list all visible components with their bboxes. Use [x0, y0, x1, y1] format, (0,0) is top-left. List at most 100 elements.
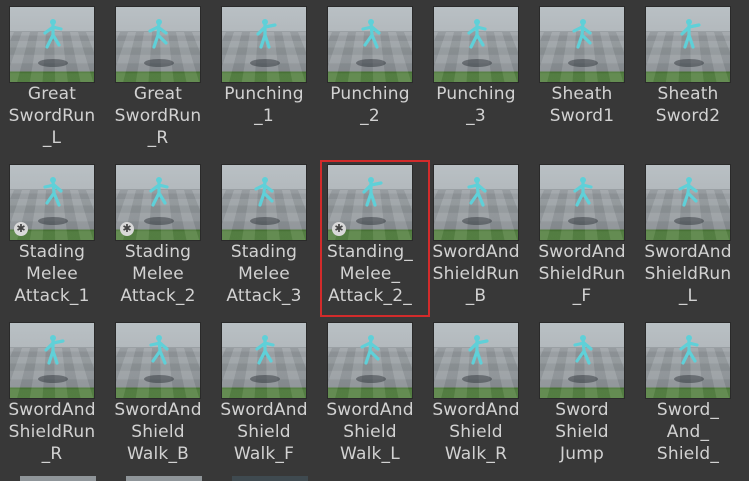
asset-tile[interactable]: SwordAnd ShieldRun _B	[424, 158, 528, 314]
character-figure-icon	[255, 335, 275, 365]
asset-label: Great SwordRun _L	[8, 84, 96, 148]
figure-shadow	[462, 59, 492, 67]
asset-tile[interactable]: Punching _2	[318, 0, 422, 156]
asset-label: SwordAnd Shield Walk_B	[114, 400, 202, 464]
selection-outline	[320, 160, 430, 317]
asset-label: SwordAnd Shield Walk_R	[432, 400, 520, 464]
animation-thumbnail	[115, 6, 201, 83]
asset-label: Punching _1	[224, 84, 304, 126]
asset-label: Sword Shield Jump	[555, 400, 609, 464]
figure-shadow	[250, 217, 280, 225]
asset-label: SwordAnd ShieldRun _B	[432, 242, 520, 306]
asset-tile[interactable]: Sword_ And_ Shield_	[636, 316, 740, 472]
animation-thumbnail	[433, 322, 519, 399]
character-figure-icon	[467, 177, 487, 207]
animation-thumbnail	[539, 322, 625, 399]
asset-label: SwordAnd ShieldRun _F	[538, 242, 626, 306]
asset-tile[interactable]: ✱ Stading Melee Attack_1	[0, 158, 104, 314]
figure-shadow	[674, 217, 704, 225]
character-figure-icon	[43, 177, 63, 207]
asset-tile[interactable]: Punching _1	[212, 0, 316, 156]
character-figure-icon	[360, 335, 380, 365]
animation-thumbnail	[645, 322, 731, 399]
character-figure-icon	[680, 19, 701, 49]
asset-tile[interactable]: Punching _3	[424, 0, 528, 156]
character-figure-icon	[148, 19, 168, 49]
figure-shadow	[462, 217, 492, 225]
asset-label: SwordAnd ShieldRun _R	[8, 400, 96, 464]
asset-tile[interactable]: Sword Shield Jump	[530, 316, 634, 472]
figure-shadow	[38, 375, 68, 383]
asset-tile[interactable]: SwordAnd Shield Walk_F	[212, 316, 316, 472]
character-figure-icon	[572, 19, 592, 49]
animation-thumbnail	[327, 6, 413, 83]
animation-thumbnail: ✱	[115, 164, 201, 241]
character-figure-icon	[679, 335, 699, 365]
asset-label: Punching _3	[436, 84, 516, 126]
asset-tile[interactable]: ✱ Stading Melee Attack_2	[106, 158, 210, 314]
asset-tile[interactable]: SwordAnd Shield Walk_L	[318, 316, 422, 472]
asset-label: Sheath Sword2	[655, 84, 721, 126]
asset-label: Punching _2	[330, 84, 410, 126]
partial-thumbnail[interactable]	[126, 476, 202, 481]
animation-thumbnail	[221, 6, 307, 83]
partial-thumbnail[interactable]	[232, 476, 308, 481]
asset-grid: Great SwordRun _L Great SwordRun _R Punchi…	[0, 0, 749, 481]
character-figure-icon	[44, 335, 65, 365]
asset-label: Sword_ And_ Shield_	[656, 400, 720, 464]
asset-label: Stading Melee Attack_2	[120, 242, 196, 306]
animation-thumbnail	[645, 6, 731, 83]
gear-icon: ✱	[120, 222, 134, 236]
figure-shadow	[674, 59, 704, 67]
character-figure-icon	[467, 19, 487, 49]
asset-tile[interactable]: SwordAnd ShieldRun _R	[0, 316, 104, 472]
asset-label: SwordAnd Shield Walk_F	[220, 400, 308, 464]
animation-thumbnail	[539, 164, 625, 241]
asset-tile[interactable]: SwordAnd ShieldRun _L	[636, 158, 740, 314]
asset-label: Stading Melee Attack_3	[226, 242, 302, 306]
figure-shadow	[568, 375, 598, 383]
figure-shadow	[674, 375, 704, 383]
character-figure-icon	[678, 177, 698, 207]
figure-shadow	[144, 217, 174, 225]
animation-thumbnail	[433, 164, 519, 241]
animation-thumbnail	[327, 322, 413, 399]
asset-label: SwordAnd ShieldRun _L	[644, 242, 732, 306]
character-figure-icon	[43, 19, 63, 49]
asset-tile[interactable]: Stading Melee Attack_3	[212, 158, 316, 314]
asset-label: Sheath Sword1	[549, 84, 615, 126]
figure-shadow	[250, 375, 280, 383]
partial-thumbnail[interactable]	[20, 476, 96, 481]
character-figure-icon	[573, 335, 593, 365]
asset-tile[interactable]: Great SwordRun _R	[106, 0, 210, 156]
animation-thumbnail	[433, 6, 519, 83]
character-figure-icon	[361, 19, 381, 49]
character-figure-icon	[256, 19, 277, 49]
character-figure-icon	[149, 177, 169, 207]
figure-shadow	[144, 375, 174, 383]
asset-label: SwordAnd Shield Walk_L	[326, 400, 414, 464]
asset-tile[interactable]: SwordAnd Shield Walk_R	[424, 316, 528, 472]
asset-tile[interactable]: Sheath Sword2	[636, 0, 740, 156]
figure-shadow	[356, 59, 386, 67]
character-figure-icon	[573, 177, 593, 207]
animation-thumbnail	[9, 6, 95, 83]
asset-tile[interactable]: SwordAnd Shield Walk_B	[106, 316, 210, 472]
animation-thumbnail	[221, 322, 307, 399]
animation-thumbnail: ✱	[9, 164, 95, 241]
figure-shadow	[38, 59, 68, 67]
asset-label: Stading Melee Attack_1	[14, 242, 90, 306]
character-figure-icon	[468, 335, 489, 365]
figure-shadow	[568, 59, 598, 67]
animation-thumbnail	[539, 6, 625, 83]
asset-tile[interactable]: Sheath Sword1	[530, 0, 634, 156]
figure-shadow	[250, 59, 280, 67]
asset-tile[interactable]: Great SwordRun _L	[0, 0, 104, 156]
figure-shadow	[568, 217, 598, 225]
figure-shadow	[38, 217, 68, 225]
figure-shadow	[144, 59, 174, 67]
asset-label: Great SwordRun _R	[114, 84, 202, 148]
animation-thumbnail	[9, 322, 95, 399]
character-figure-icon	[254, 177, 274, 207]
asset-tile[interactable]: SwordAnd ShieldRun _F	[530, 158, 634, 314]
